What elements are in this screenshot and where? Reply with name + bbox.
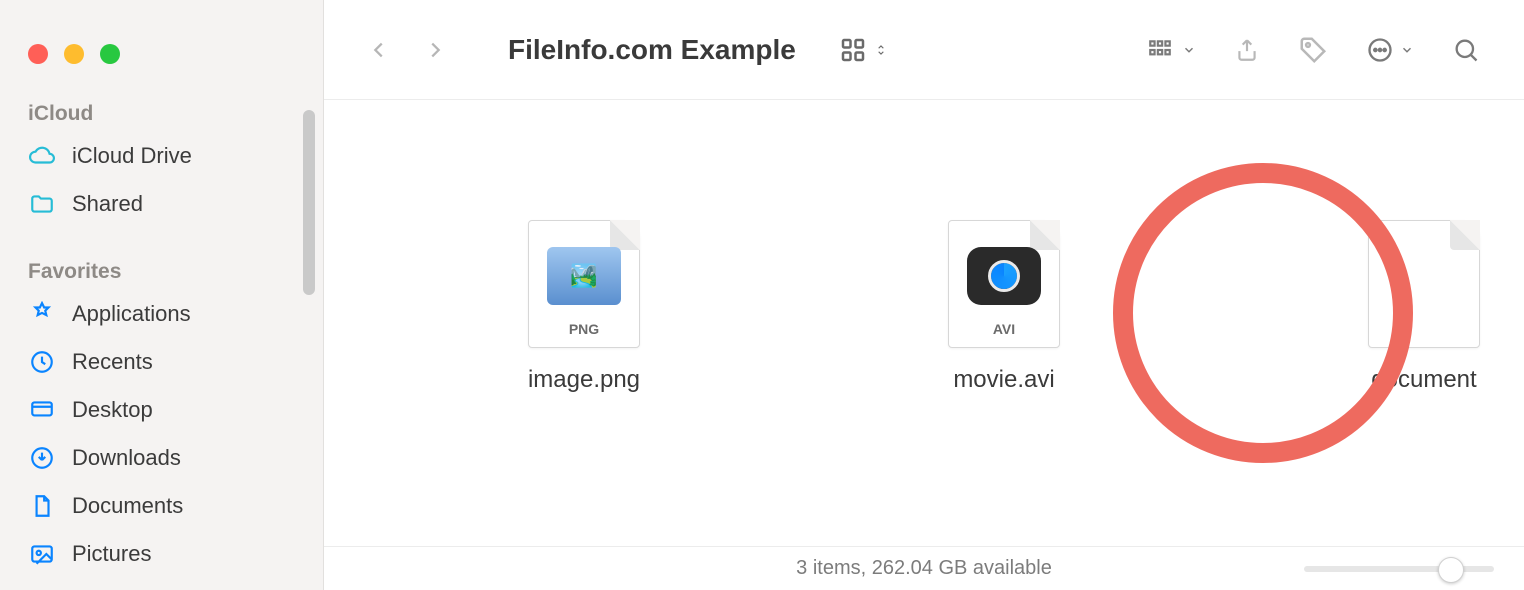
sidebar-scrollbar[interactable] — [303, 110, 315, 295]
main-pane: FileInfo.com Example — [324, 0, 1524, 590]
status-text: 3 items, 262.04 GB available — [796, 557, 1052, 580]
sidebar-item-pictures[interactable]: Pictures — [0, 530, 323, 578]
tags-button[interactable] — [1290, 29, 1336, 71]
fullscreen-window-button[interactable] — [100, 44, 120, 64]
window-title: FileInfo.com Example — [508, 34, 796, 66]
back-button[interactable] — [360, 29, 398, 71]
pictures-icon — [28, 540, 56, 568]
sidebar-item-label: Pictures — [72, 541, 151, 567]
view-mode-button[interactable] — [830, 29, 896, 71]
chevron-updown-icon — [874, 35, 888, 65]
file-thumbnail-blank — [1368, 220, 1480, 348]
sidebar-item-applications[interactable]: Applications — [0, 290, 323, 338]
sidebar-item-downloads[interactable]: Downloads — [0, 434, 323, 482]
file-item[interactable]: AVI movie.avi — [904, 220, 1104, 546]
icon-size-slider[interactable] — [1304, 566, 1494, 572]
file-name-label: movie.avi — [953, 366, 1054, 394]
sidebar-item-label: Shared — [72, 191, 143, 217]
desktop-icon — [28, 396, 56, 424]
sidebar: iCloud iCloud Drive Shared Favorites App… — [0, 0, 324, 590]
status-bar: 3 items, 262.04 GB available — [324, 546, 1524, 590]
clock-icon — [28, 348, 56, 376]
file-badge: PNG — [529, 321, 639, 337]
sidebar-section-icloud: iCloud — [0, 96, 323, 132]
window-controls — [0, 30, 323, 96]
file-grid: PNG image.png AVI movie.avi document — [324, 100, 1524, 546]
apps-icon — [28, 300, 56, 328]
file-name-label: document — [1371, 366, 1476, 394]
sidebar-item-documents[interactable]: Documents — [0, 482, 323, 530]
search-button[interactable] — [1444, 30, 1488, 70]
file-name-label: image.png — [528, 366, 640, 394]
quicktime-icon — [967, 247, 1041, 305]
png-thumb-icon — [547, 247, 621, 305]
group-by-button[interactable] — [1136, 31, 1204, 69]
sidebar-item-shared[interactable]: Shared — [0, 180, 323, 228]
download-icon — [28, 444, 56, 472]
cloud-icon — [28, 142, 56, 170]
chevron-down-icon — [1400, 40, 1414, 60]
sidebar-item-label: Documents — [72, 493, 183, 519]
actions-button[interactable] — [1358, 30, 1422, 70]
chevron-down-icon — [1182, 40, 1196, 60]
toolbar: FileInfo.com Example — [324, 0, 1524, 100]
sidebar-item-label: Downloads — [72, 445, 181, 471]
share-button[interactable] — [1226, 29, 1268, 71]
sidebar-item-label: Recents — [72, 349, 153, 375]
sidebar-item-desktop[interactable]: Desktop — [0, 386, 323, 434]
sidebar-item-label: iCloud Drive — [72, 143, 192, 169]
file-item[interactable]: document — [1324, 220, 1524, 546]
file-item[interactable]: PNG image.png — [484, 220, 684, 546]
minimize-window-button[interactable] — [64, 44, 84, 64]
sidebar-item-label: Applications — [72, 301, 191, 327]
sidebar-item-icloud-drive[interactable]: iCloud Drive — [0, 132, 323, 180]
sidebar-item-recents[interactable]: Recents — [0, 338, 323, 386]
sidebar-item-label: Desktop — [72, 397, 153, 423]
sidebar-section-favorites: Favorites — [0, 254, 323, 290]
file-thumbnail-avi: AVI — [948, 220, 1060, 348]
close-window-button[interactable] — [28, 44, 48, 64]
forward-button[interactable] — [416, 29, 454, 71]
document-icon — [28, 492, 56, 520]
file-thumbnail-png: PNG — [528, 220, 640, 348]
folder-shared-icon — [28, 190, 56, 218]
file-badge: AVI — [949, 321, 1059, 337]
